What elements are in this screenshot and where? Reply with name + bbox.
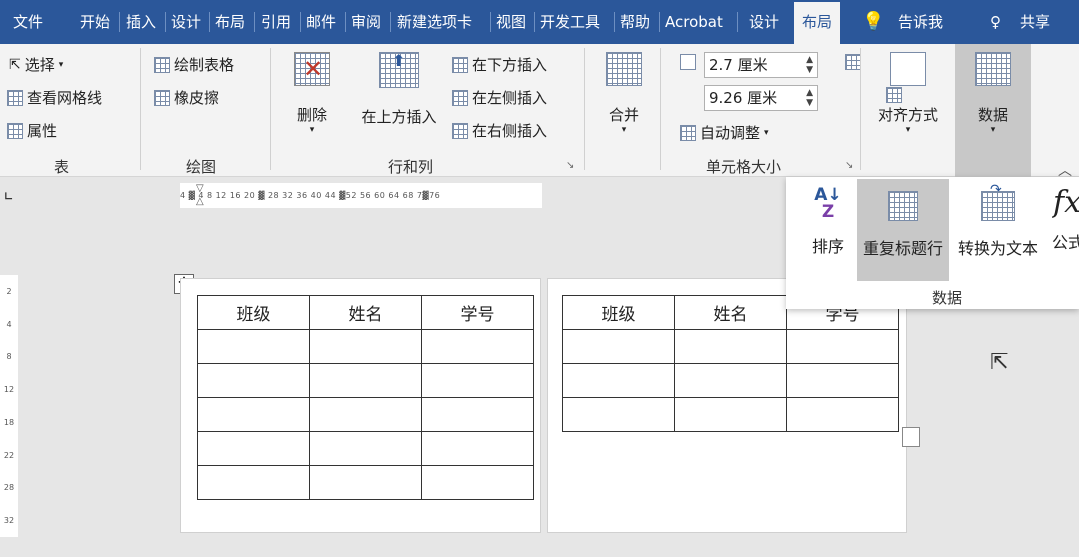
row-height-input[interactable]: 2.7 厘米 ▲ ▼ [704,52,818,78]
tab-developer[interactable]: 开发工具 [540,0,600,44]
header-cell[interactable]: 姓名 [674,295,787,330]
sort-button[interactable]: A↓ Z 排序 [802,179,854,279]
merge-icon [606,52,642,86]
tab-insert[interactable]: 插入 [126,0,156,44]
repeat-header-rows-button[interactable]: 重复标题行 [857,179,949,281]
group-label-cell-size: 单元格大小 [706,158,782,176]
delete-button[interactable]: ✕ 删除 ▾ [287,52,337,135]
table-row [197,465,534,500]
hanging-indent-marker[interactable]: △ [196,196,204,207]
share-button[interactable]: 共享 [1020,0,1050,44]
tell-me[interactable]: 告诉我 [898,0,943,44]
cursor-icon: ⇱ [9,56,21,73]
tab-file[interactable]: 文件 [13,0,43,44]
horizontal-ruler[interactable]: 4 ▓ 4 8 12 16 20 ▓ 28 32 36 40 44 ▓52 56… [180,183,542,208]
page-right: 班级 姓名 学号 [547,278,907,533]
table-row [197,363,534,398]
alignment-button[interactable]: 对齐方式 ▾ [870,52,946,142]
data-icon [975,52,1011,86]
insert-right-icon [452,122,468,139]
sort-az-icon: A↓ Z [814,185,842,222]
draw-table-button[interactable]: 绘制表格 [154,54,234,75]
header-cell[interactable]: 班级 [562,295,675,330]
formula-fx-icon: fx [1052,185,1079,220]
tab-review[interactable]: 审阅 [351,0,381,44]
insert-below-button[interactable]: 在下方插入 [452,54,547,75]
insert-left-icon [452,89,468,106]
table-row [562,397,899,432]
user-icon: ♀ [990,13,1001,31]
group-label-draw: 绘图 [186,158,217,176]
first-line-indent-marker[interactable]: ▽ [196,183,204,194]
lightbulb-icon: 💡 [862,11,885,32]
merge-button[interactable]: 合并 ▾ [600,52,648,142]
delete-table-icon: ✕ [294,52,330,86]
tab-help[interactable]: 帮助 [620,0,650,44]
table-row [197,329,534,364]
mouse-cursor-icon: ⇱ [990,350,1009,375]
convert-to-text-button[interactable]: ↷ 转换为文本 [952,179,1044,279]
pencil-icon [154,56,170,73]
tab-design[interactable]: 设计 [171,0,201,44]
ribbon-tab-bar: 文件 开始 插入 设计 布局 引用 邮件 审阅 新建选项卡 视图 开发工具 帮助… [0,0,1079,44]
table-row [197,431,534,466]
group-label-table: 表 [54,158,70,176]
tab-acrobat[interactable]: Acrobat [665,0,723,44]
gridlines-button[interactable]: 查看网格线 [7,87,102,108]
table-row [562,329,899,364]
select-button[interactable]: ⇱ 选择 ▾ [9,54,63,75]
header-cell[interactable]: 班级 [197,295,310,330]
insert-left-button[interactable]: 在左侧插入 [452,87,547,108]
insert-above-button[interactable]: ⬆ 在上方插入 [353,51,445,126]
alignment-icon [890,52,926,86]
autofit-icon [680,124,696,141]
vertical-ruler[interactable]: 2 4 8 12 18 22 28 32 [0,275,18,537]
insert-above-icon: ⬆ [379,51,419,88]
formula-button[interactable]: fx 公式 [1052,179,1079,279]
ruler-ticks: 4 ▓ 4 8 12 16 20 ▓ 28 32 36 40 44 ▓52 56… [180,191,441,200]
tab-stop-icon[interactable]: ∟ [4,190,13,203]
tab-mailings[interactable]: 邮件 [306,0,336,44]
table-right[interactable]: 班级 姓名 学号 [562,295,899,432]
page-left: 班级 姓名 学号 [180,278,541,533]
tab-view[interactable]: 视图 [496,0,526,44]
convert-text-icon: ↷ [981,182,1015,221]
tab-table-layout[interactable]: 布局 [794,2,841,44]
ribbon: ⇱ 选择 ▾ 查看网格线 属性 表 绘制表格 橡皮擦 绘图 ✕ 删除 ▾ ⬆ 在上方… [0,44,1079,179]
insert-right-button[interactable]: 在右侧插入 [452,120,547,141]
column-width-input[interactable]: 9.26 厘米 ▲ ▼ [704,85,818,111]
tab-new[interactable]: 新建选项卡 [397,0,472,44]
group-label-rows-cols: 行和列 [388,158,434,176]
repeat-header-icon [888,191,918,221]
row-height-icon [680,54,696,70]
data-dropdown-panel: A↓ Z 排序 重复标题行 ↷ 转换为文本 fx 公式 数据 [786,177,1079,309]
properties-icon [7,122,23,139]
autofit-button[interactable]: 自动调整 ▾ [680,122,769,143]
table-left[interactable]: 班级 姓名 学号 [197,295,534,500]
properties-button[interactable]: 属性 [7,120,57,141]
table-row [562,363,899,398]
distribute-rows-icon[interactable] [844,54,861,70]
insert-below-icon [452,56,468,73]
eraser-button[interactable]: 橡皮擦 [154,87,219,108]
table-row [197,397,534,432]
dialog-launcher-icon[interactable]: ↘ [566,160,574,171]
eraser-icon [154,89,170,106]
grid-icon [7,89,23,106]
tab-table-design[interactable]: 设计 [749,0,779,44]
cell-size-launcher-icon[interactable]: ↘ [845,160,853,171]
tab-references[interactable]: 引用 [261,0,291,44]
vruler-ticks: 2 4 8 12 18 22 28 32 [3,286,15,526]
tab-layout[interactable]: 布局 [215,0,245,44]
header-cell[interactable]: 姓名 [309,295,422,330]
popup-group-label: 数据 [932,289,963,307]
data-button[interactable]: 数据 ▾ [955,44,1031,177]
table-resize-handle[interactable] [902,427,920,447]
tab-home[interactable]: 开始 [80,0,110,44]
header-cell[interactable]: 学号 [421,295,534,330]
table-header-row: 班级 姓名 学号 [197,295,534,330]
